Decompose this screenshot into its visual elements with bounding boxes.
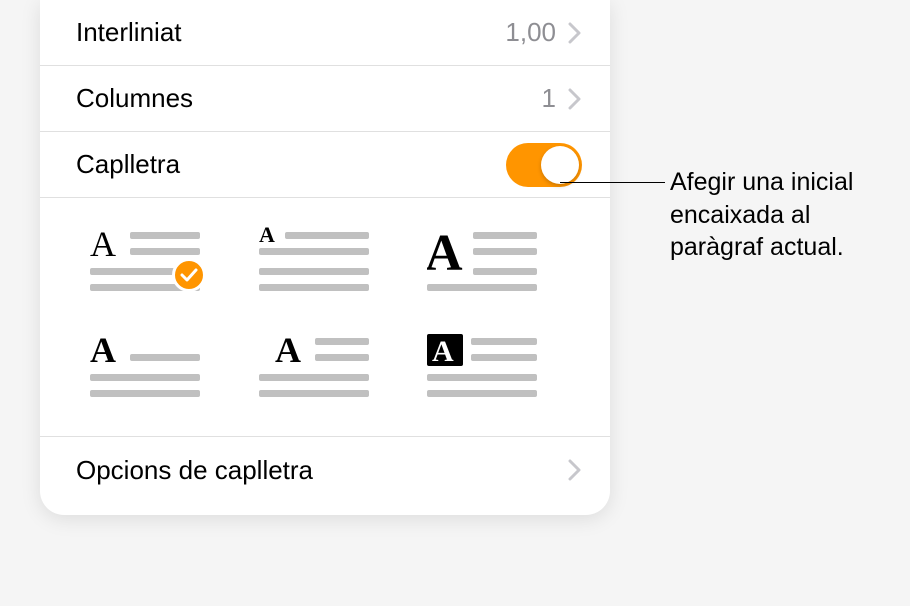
- columnes-value: 1: [542, 83, 556, 114]
- row-columnes[interactable]: Columnes 1: [40, 66, 610, 132]
- row-opcions-caplletra[interactable]: Opcions de caplletra: [40, 437, 610, 503]
- caplletra-label: Caplletra: [76, 149, 180, 180]
- columnes-value-group: 1: [542, 83, 582, 114]
- row-caplletra: Caplletra: [40, 132, 610, 198]
- svg-text:A: A: [259, 226, 275, 247]
- interliniat-label: Interliniat: [76, 17, 182, 48]
- dropcap-style-5[interactable]: A: [259, 332, 369, 408]
- caplletra-toggle[interactable]: [506, 143, 582, 187]
- svg-text:A: A: [427, 226, 463, 282]
- svg-text:A: A: [432, 335, 454, 368]
- callout-connector-line: [560, 182, 665, 183]
- interliniat-value: 1,00: [505, 17, 556, 48]
- opcions-label: Opcions de caplletra: [76, 455, 313, 486]
- check-icon: [172, 258, 206, 292]
- chevron-right-icon: [568, 88, 582, 110]
- dropcap-style-3[interactable]: A: [427, 226, 537, 302]
- dropcap-style-1[interactable]: A: [90, 226, 200, 302]
- dropcap-styles-grid: A A A: [40, 198, 610, 437]
- toggle-knob: [541, 146, 579, 184]
- svg-text:A: A: [275, 332, 301, 370]
- chevron-right-icon: [568, 22, 582, 44]
- chevron-right-icon: [568, 459, 582, 481]
- row-interliniat[interactable]: Interliniat 1,00: [40, 0, 610, 66]
- dropcap-style-2[interactable]: A: [259, 226, 369, 302]
- dropcap-style-4[interactable]: A: [90, 332, 200, 408]
- svg-text:A: A: [90, 226, 116, 264]
- dropcap-style-6[interactable]: A: [427, 332, 537, 408]
- format-panel: Interliniat 1,00 Columnes 1 Caplletra A: [40, 0, 610, 515]
- svg-text:A: A: [90, 332, 116, 370]
- columnes-label: Columnes: [76, 83, 193, 114]
- interliniat-value-group: 1,00: [505, 17, 582, 48]
- callout-text: Afegir una inicial encaixada al paràgraf…: [670, 166, 890, 264]
